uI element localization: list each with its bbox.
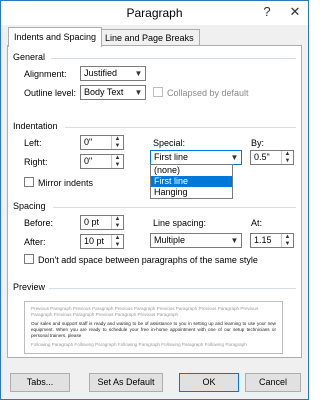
alignment-select[interactable]: Justified ▼ (80, 66, 146, 81)
tab-strip: Indents and Spacing Line and Page Breaks (1, 25, 308, 47)
preview-following-paragraph: Following Paragraph Following Paragraph … (31, 342, 247, 347)
general-divider (51, 58, 296, 59)
paragraph-dialog: Paragraph ? ✕ Indents and Spacing Line a… (0, 0, 309, 400)
preview-box: Previous Paragraph Previous Paragraph Pr… (24, 301, 283, 354)
before-value: 0 pt (84, 217, 100, 227)
spacing-divider (53, 207, 296, 208)
spin-down-icon[interactable]: ▼ (112, 242, 123, 248)
line-spacing-value: Multiple (154, 235, 186, 245)
special-dropdown-list: (none) First line Hanging (150, 164, 233, 199)
collapsed-by-default-label: Collapsed by default (167, 88, 249, 98)
title-bar: Paragraph ? ✕ (1, 1, 308, 25)
at-spinner[interactable]: 1.15 ▲ ▼ (250, 233, 294, 248)
spinner-buttons: ▲ ▼ (111, 216, 123, 229)
preview-divider (49, 288, 296, 289)
spin-down-icon[interactable]: ▼ (282, 158, 293, 164)
tab-indents-and-spacing-label: Indents and Spacing (14, 32, 97, 42)
left-indent-label: Left: (24, 138, 42, 148)
outline-level-select[interactable]: Body Text ▼ (80, 85, 146, 100)
outline-level-value: Body Text (84, 87, 124, 97)
spinner-buttons: ▲ ▼ (111, 235, 123, 248)
line-spacing-select[interactable]: Multiple ▼ (150, 233, 242, 248)
close-icon[interactable]: ✕ (284, 2, 306, 22)
spinner-buttons: ▲ ▼ (111, 155, 123, 168)
spin-up-icon[interactable]: ▲ (112, 216, 123, 222)
spacing-section-title: Spacing (13, 201, 46, 211)
by-spinner[interactable]: 0.5" ▲ ▼ (250, 150, 294, 165)
chevron-down-icon: ▼ (227, 151, 241, 164)
cancel-button[interactable]: Cancel (245, 373, 301, 392)
special-option-first-line[interactable]: First line (151, 176, 232, 187)
preview-main-paragraph: Our sales and support staff is ready and… (31, 321, 276, 338)
left-indent-value: 0" (84, 137, 93, 147)
right-indent-label: Right: (24, 157, 48, 167)
dont-add-space-checkbox[interactable] (24, 254, 34, 264)
set-as-default-button[interactable]: Set As Default (89, 373, 163, 392)
tab-indents-and-spacing[interactable]: Indents and Spacing (8, 27, 103, 47)
preview-section-title: Preview (13, 282, 46, 292)
collapsed-by-default-checkbox[interactable] (153, 87, 163, 97)
before-label: Before: (24, 218, 54, 228)
after-label: After: (24, 237, 46, 247)
special-option-none[interactable]: (none) (151, 165, 232, 176)
by-label: By: (251, 138, 265, 148)
chevron-down-icon: ▼ (131, 67, 145, 80)
ok-button[interactable]: OK (179, 373, 239, 392)
alignment-label: Alignment: (24, 69, 67, 79)
spin-down-icon[interactable]: ▼ (282, 241, 293, 247)
alignment-value: Justified (84, 68, 118, 78)
line-spacing-label: Line spacing: (153, 218, 207, 228)
spinner-buttons: ▲ ▼ (281, 151, 293, 164)
indentation-section-title: Indentation (13, 121, 58, 131)
general-section-title: General (13, 52, 46, 62)
spin-down-icon[interactable]: ▼ (112, 162, 123, 168)
chevron-down-icon: ▼ (227, 234, 241, 247)
spin-up-icon[interactable]: ▲ (112, 235, 123, 241)
before-spinner[interactable]: 0 pt ▲ ▼ (80, 215, 124, 230)
spinner-buttons: ▲ ▼ (111, 136, 123, 149)
indentation-divider (65, 127, 296, 128)
after-value: 10 pt (84, 236, 105, 246)
tabs-button[interactable]: Tabs... (10, 373, 70, 392)
special-select[interactable]: First line ▼ (150, 150, 242, 165)
mirror-indents-label: Mirror indents (38, 178, 94, 188)
chevron-down-icon: ▼ (131, 86, 145, 99)
spin-up-icon[interactable]: ▲ (112, 155, 123, 161)
special-value: First line (154, 152, 189, 162)
spin-down-icon[interactable]: ▼ (112, 223, 123, 229)
outline-level-label: Outline level: (24, 88, 77, 98)
dont-add-space-label: Don't add space between paragraphs of th… (38, 255, 258, 265)
spin-up-icon[interactable]: ▲ (282, 234, 293, 240)
help-icon[interactable]: ? (256, 2, 278, 22)
special-option-hanging[interactable]: Hanging (151, 187, 232, 198)
spin-down-icon[interactable]: ▼ (112, 143, 123, 149)
at-value: 1.15 (254, 235, 272, 245)
tab-line-and-page-breaks-label: Line and Page Breaks (105, 33, 194, 43)
spin-up-icon[interactable]: ▲ (112, 136, 123, 142)
by-value: 0.5" (254, 152, 270, 162)
mirror-indents-checkbox[interactable] (24, 177, 34, 187)
after-spinner[interactable]: 10 pt ▲ ▼ (80, 234, 124, 249)
left-indent-spinner[interactable]: 0" ▲ ▼ (80, 135, 124, 150)
special-label: Special: (153, 138, 186, 148)
spinner-buttons: ▲ ▼ (281, 234, 293, 247)
preview-previous-paragraph: Previous Paragraph Previous Paragraph Pr… (31, 306, 259, 317)
spin-up-icon[interactable]: ▲ (282, 151, 293, 157)
at-label: At: (251, 218, 263, 228)
right-indent-spinner[interactable]: 0" ▲ ▼ (80, 154, 124, 169)
right-indent-value: 0" (84, 156, 93, 166)
tab-line-and-page-breaks[interactable]: Line and Page Breaks (99, 29, 200, 45)
